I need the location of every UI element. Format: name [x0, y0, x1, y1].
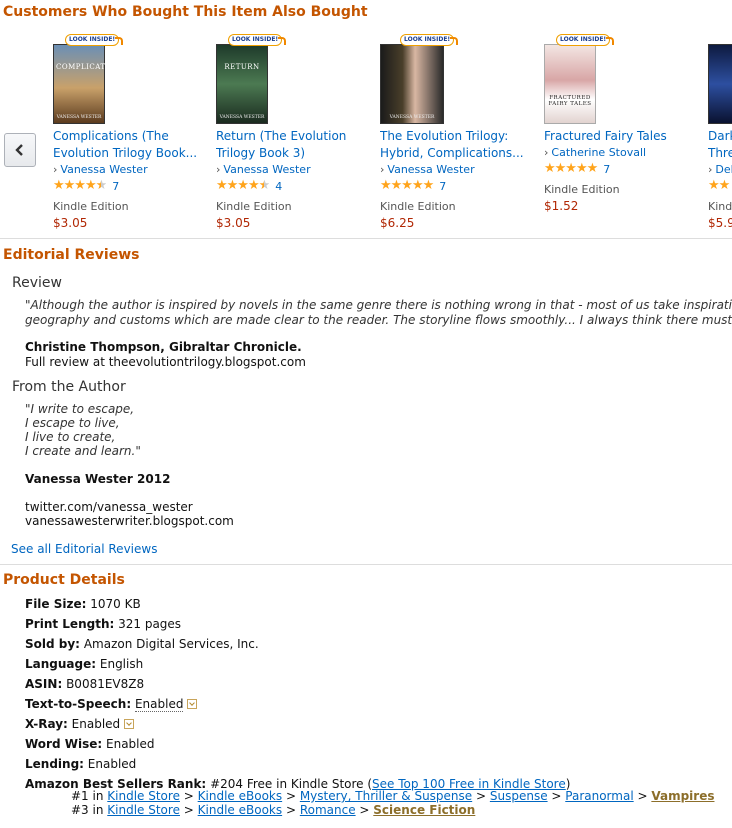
author-signature: Vanessa Wester 2012 [25, 472, 171, 486]
poem-line: "I write to escape, [25, 402, 135, 416]
product-title-link[interactable]: Dark Thre [708, 128, 732, 162]
detail-row-lending: Lending: Enabled [25, 757, 137, 771]
format-label: Kindle Edition [380, 200, 456, 213]
author-link[interactable]: › Del [708, 163, 732, 176]
detail-row: Language: English [25, 657, 144, 671]
price: $6.25 [380, 216, 415, 230]
breadcrumb-link[interactable]: Romance [300, 803, 356, 817]
format-label: Kindle Edition [216, 200, 292, 213]
product-title-link[interactable]: Return (The Evolution Trilogy Book 3) [216, 128, 366, 162]
also-bought-heading: Customers Who Bought This Item Also Boug… [3, 4, 368, 20]
divider [0, 564, 732, 565]
carousel-item: Dark Thre ›Del ★★ Kindl $5.9 [708, 30, 732, 236]
author-link[interactable]: › Vanessa Wester [380, 163, 475, 176]
author-link[interactable]: › Vanessa Wester [53, 163, 148, 176]
product-title-link[interactable]: The Evolution Trilogy: Hybrid, Complicat… [380, 128, 530, 162]
review-count[interactable]: 7 [112, 180, 119, 193]
book-cover[interactable]: COMPLICATIONS VANESSA WESTER LOOK INSIDE… [53, 34, 127, 126]
xray-value[interactable]: Enabled [72, 717, 121, 731]
stars-icon: ★★ [708, 178, 730, 193]
detail-row: File Size: 1070 KB [25, 597, 141, 611]
category-rank-1: #1 in Kindle Store > Kindle eBooks > Mys… [71, 789, 715, 803]
breadcrumb-link[interactable]: Suspense [490, 789, 548, 803]
also-bought-carousel: Customers Who Bought This Item Also Boug… [0, 0, 732, 236]
editorial-reviews-heading: Editorial Reviews [3, 247, 140, 263]
breadcrumb-link[interactable]: Mystery, Thriller & Suspense [300, 789, 472, 803]
breadcrumb-link[interactable]: Kindle eBooks [198, 803, 282, 817]
book-cover[interactable]: VANESSA WESTER LOOK INSIDE! [380, 34, 459, 126]
detail-row-xray: X-Ray: Enabled [25, 714, 725, 734]
book-cover[interactable]: FRACTURED FAIRY TALES LOOK INSIDE! [544, 34, 615, 126]
detail-row: Print Length: 321 pages [25, 617, 182, 631]
breadcrumb-link-current[interactable]: Science Fiction [373, 803, 475, 817]
price: $3.05 [216, 216, 251, 230]
product-title-link[interactable]: Complications (The Evolution Trilogy Boo… [53, 128, 203, 162]
breadcrumb-link[interactable]: Kindle Store [107, 789, 180, 803]
stars-icon: ★★★★★ [544, 161, 598, 176]
dropdown-icon[interactable] [124, 718, 135, 729]
category-rank-2: #3 in Kindle Store > Kindle eBooks > Rom… [71, 803, 476, 817]
review-quote-line: "Although the author is inspired by nove… [25, 298, 732, 312]
chevron-left-icon [15, 144, 23, 156]
breadcrumb-link[interactable]: Paranormal [565, 789, 633, 803]
book-cover[interactable] [708, 34, 732, 126]
review-count[interactable]: 7 [603, 163, 610, 176]
dropdown-icon[interactable] [187, 698, 198, 709]
cover-image [708, 44, 732, 124]
detail-row-wordwise: Word Wise: Enabled [25, 737, 155, 751]
review-source: Full review at theevolutiontrilogy.blogs… [25, 355, 306, 369]
cover-image: RETURN VANESSA WESTER [216, 44, 268, 124]
product-details-list: File Size: 1070 KB Print Length: 321 pag… [25, 594, 725, 794]
product-title-link[interactable]: Fractured Fairy Tales [544, 128, 694, 145]
tts-value[interactable]: Enabled [134, 697, 184, 712]
detail-row: ASIN: B0081EV8Z8 [25, 677, 145, 691]
format-label: Kindle Edition [544, 183, 620, 196]
star-rating[interactable]: ★★★★★ 7 [544, 162, 610, 176]
look-inside-badge: LOOK INSIDE! [228, 34, 287, 46]
breadcrumb-link-current[interactable]: Vampires [651, 789, 714, 803]
poem-line: I live to create, [25, 430, 116, 444]
author-link[interactable]: › Vanessa Wester [216, 163, 311, 176]
star-rating[interactable]: ★★ [708, 178, 730, 193]
twitter-handle: twitter.com/vanessa_wester [25, 500, 193, 514]
breadcrumb-link[interactable]: Kindle eBooks [198, 789, 282, 803]
detail-row-tts: Text-to-Speech: Enabled [25, 694, 725, 714]
cover-image: FRACTURED FAIRY TALES [544, 44, 596, 124]
format-label: Kindle Edition [53, 200, 129, 213]
price: $3.05 [53, 216, 88, 230]
review-count[interactable]: 7 [439, 180, 446, 193]
see-all-reviews-link[interactable]: See all Editorial Reviews [11, 542, 157, 556]
price: $1.52 [544, 199, 579, 213]
cover-image: VANESSA WESTER [380, 44, 444, 124]
poem-line: I escape to live, [25, 416, 120, 430]
review-quote-line: geography and customs which are made cle… [25, 313, 732, 327]
price: $5.9 [708, 216, 732, 230]
blog-url: vanessawesterwriter.blogspot.com [25, 514, 234, 528]
product-details-heading: Product Details [3, 572, 125, 588]
from-author-subheading: From the Author [12, 379, 126, 395]
star-rating[interactable]: ★★★★★ 7 [53, 179, 119, 193]
star-rating[interactable]: ★★★★★ 7 [380, 179, 446, 193]
stars-icon: ★★★★★ [216, 178, 270, 193]
book-cover[interactable]: RETURN VANESSA WESTER LOOK INSIDE! [216, 34, 287, 126]
stars-icon: ★★★★★ [380, 178, 434, 193]
look-inside-badge: LOOK INSIDE! [400, 34, 459, 46]
divider [0, 238, 732, 239]
format-label: Kindl [708, 200, 732, 213]
review-subheading: Review [12, 275, 62, 291]
look-inside-badge: LOOK INSIDE! [65, 34, 124, 46]
star-rating[interactable]: ★★★★★ 4 [216, 179, 282, 193]
breadcrumb-link[interactable]: Kindle Store [107, 803, 180, 817]
stars-icon: ★★★★★ [53, 178, 107, 193]
carousel-prev-button[interactable] [4, 133, 36, 167]
cover-image: COMPLICATIONS VANESSA WESTER [53, 44, 127, 124]
look-inside-badge: LOOK INSIDE! [556, 34, 615, 46]
author-link[interactable]: › Catherine Stovall [544, 146, 646, 159]
detail-row: Sold by: Amazon Digital Services, Inc. [25, 637, 259, 651]
reviewer-name: Christine Thompson, Gibraltar Chronicle. [25, 340, 302, 354]
review-count[interactable]: 4 [275, 180, 282, 193]
poem-line: I create and learn." [25, 444, 141, 458]
